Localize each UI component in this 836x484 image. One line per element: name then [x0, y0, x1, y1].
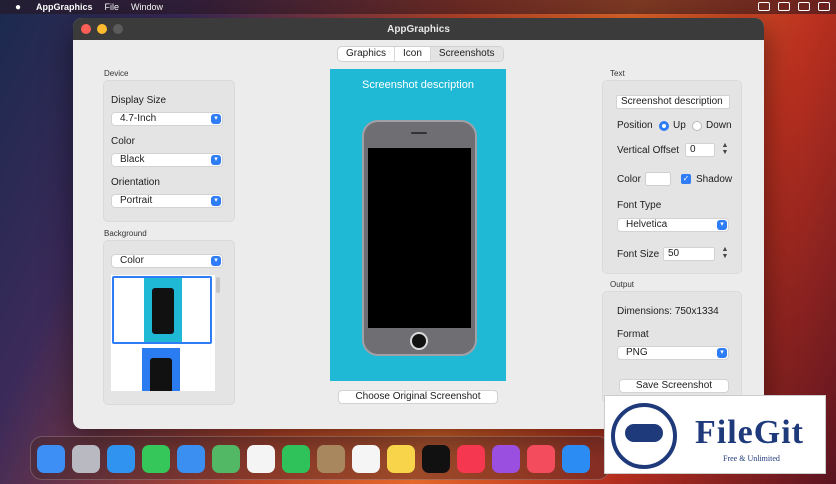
shadow-checkbox[interactable]: ✓ [681, 174, 691, 184]
messages-icon[interactable] [142, 445, 170, 473]
menu-file[interactable]: File [105, 2, 120, 12]
mail-icon[interactable] [177, 445, 205, 473]
font-type-value: Helvetica [626, 219, 668, 230]
screenshot-preview: Screenshot description [330, 69, 506, 381]
apple-icon[interactable]: ● [12, 2, 24, 13]
status-icons [758, 2, 830, 11]
safari-icon[interactable] [107, 445, 135, 473]
notes-icon[interactable] [387, 445, 415, 473]
font-type-label: Font Type [617, 200, 662, 211]
menu-app[interactable]: AppGraphics [36, 2, 93, 12]
background-section-label: Background [104, 229, 147, 238]
format-select[interactable]: PNG ▾ [617, 346, 729, 360]
tab-graphics[interactable]: Graphics [338, 47, 396, 61]
orientation-select[interactable]: Portrait ▾ [111, 194, 223, 208]
background-thumb-cyan[interactable] [112, 276, 212, 344]
search-icon[interactable] [798, 2, 810, 11]
maps-icon[interactable] [212, 445, 240, 473]
facetime-icon[interactable] [282, 445, 310, 473]
music-icon[interactable] [457, 445, 485, 473]
display-size-select[interactable]: 4.7-Inch ▾ [111, 112, 223, 126]
launchpad-icon[interactable] [72, 445, 100, 473]
phone-mockup [362, 120, 477, 356]
close-button[interactable] [81, 24, 91, 34]
chevron-down-icon: ▾ [717, 220, 727, 230]
cloud-icon [625, 424, 663, 442]
device-section-label: Device [104, 69, 129, 78]
reminders-icon[interactable] [352, 445, 380, 473]
vertical-offset-label: Vertical Offset [617, 145, 680, 156]
display-size-value: 4.7-Inch [120, 113, 157, 124]
orientation-label: Orientation [111, 177, 160, 188]
background-scrollbar[interactable] [216, 277, 220, 293]
background-type-select[interactable]: Color ▾ [111, 254, 223, 268]
tab-screenshots[interactable]: Screenshots [430, 47, 503, 61]
output-section-label: Output [610, 280, 635, 289]
dimensions-label: Dimensions: 750x1334 [617, 306, 719, 317]
app-store-icon[interactable] [562, 445, 590, 473]
font-size-label: Font Size [617, 249, 660, 260]
menu-bar: ● AppGraphics File Window [0, 0, 836, 14]
choose-screenshot-button[interactable]: Choose Original Screenshot [338, 390, 498, 404]
window-title: AppGraphics [387, 23, 450, 35]
position-label: Position [617, 120, 653, 131]
wifi-icon[interactable] [778, 2, 790, 11]
app-window: AppGraphics Graphics Icon Screenshots De… [73, 18, 764, 429]
position-up-label: Up [673, 120, 686, 131]
dock [30, 436, 610, 480]
dimensions-value: 750x1334 [674, 306, 719, 317]
tab-icon[interactable]: Icon [395, 47, 431, 61]
save-screenshot-button[interactable]: Save Screenshot [619, 379, 729, 393]
font-size-stepper[interactable]: ▲ ▼ [721, 246, 729, 262]
phone-speaker [411, 132, 427, 134]
orientation-value: Portrait [120, 195, 153, 206]
chevron-down-icon: ▾ [211, 256, 221, 266]
phone-home-button [410, 332, 428, 350]
vertical-offset-field[interactable]: 0 [685, 143, 715, 157]
position-down-label: Down [706, 120, 732, 131]
caption-text-field[interactable]: Screenshot description [616, 95, 730, 109]
device-color-value: Black [120, 154, 145, 165]
shadow-label: Shadow [696, 174, 733, 185]
position-up-radio[interactable] [659, 121, 669, 131]
contacts-icon[interactable] [317, 445, 345, 473]
menu-window[interactable]: Window [131, 2, 163, 12]
finder-icon[interactable] [37, 445, 65, 473]
format-label: Format [617, 329, 649, 340]
background-thumb-blue[interactable] [112, 348, 212, 391]
chevron-down-icon: ▾ [717, 348, 727, 358]
screenshot-caption: Screenshot description [362, 79, 474, 91]
watermark-tagline: Free & Unlimited [723, 454, 780, 463]
color-label: Color [111, 136, 135, 147]
apple-tv-icon[interactable] [422, 445, 450, 473]
background-type-value: Color [120, 255, 144, 266]
chevron-down-icon: ▾ [211, 196, 221, 206]
font-type-select[interactable]: Helvetica ▾ [617, 218, 729, 232]
tab-bar: Graphics Icon Screenshots [337, 46, 504, 62]
background-list[interactable] [111, 275, 215, 391]
font-size-field[interactable]: 50 [663, 247, 715, 261]
text-color-label: Color [617, 174, 641, 185]
device-color-select[interactable]: Black ▾ [111, 153, 223, 167]
news-icon[interactable] [527, 445, 555, 473]
zoom-button[interactable] [113, 24, 123, 34]
photos-icon[interactable] [247, 445, 275, 473]
filegit-watermark: FileGit Free & Unlimited [604, 395, 826, 474]
minimize-button[interactable] [97, 24, 107, 34]
phone-screen [368, 148, 471, 328]
display-size-label: Display Size [111, 95, 167, 106]
battery-icon[interactable] [758, 2, 770, 11]
format-value: PNG [626, 347, 648, 358]
watermark-name: FileGit [695, 414, 804, 451]
chevron-down-icon: ▾ [211, 114, 221, 124]
control-center-icon[interactable] [818, 2, 830, 11]
position-down-radio[interactable] [692, 121, 702, 131]
vertical-offset-stepper[interactable]: ▲ ▼ [721, 142, 729, 158]
title-bar: AppGraphics [73, 18, 764, 40]
podcasts-icon[interactable] [492, 445, 520, 473]
text-section-label: Text [610, 69, 625, 78]
dimensions-label-text: Dimensions: [617, 306, 673, 317]
text-color-well[interactable] [645, 172, 671, 186]
chevron-down-icon: ▾ [211, 155, 221, 165]
